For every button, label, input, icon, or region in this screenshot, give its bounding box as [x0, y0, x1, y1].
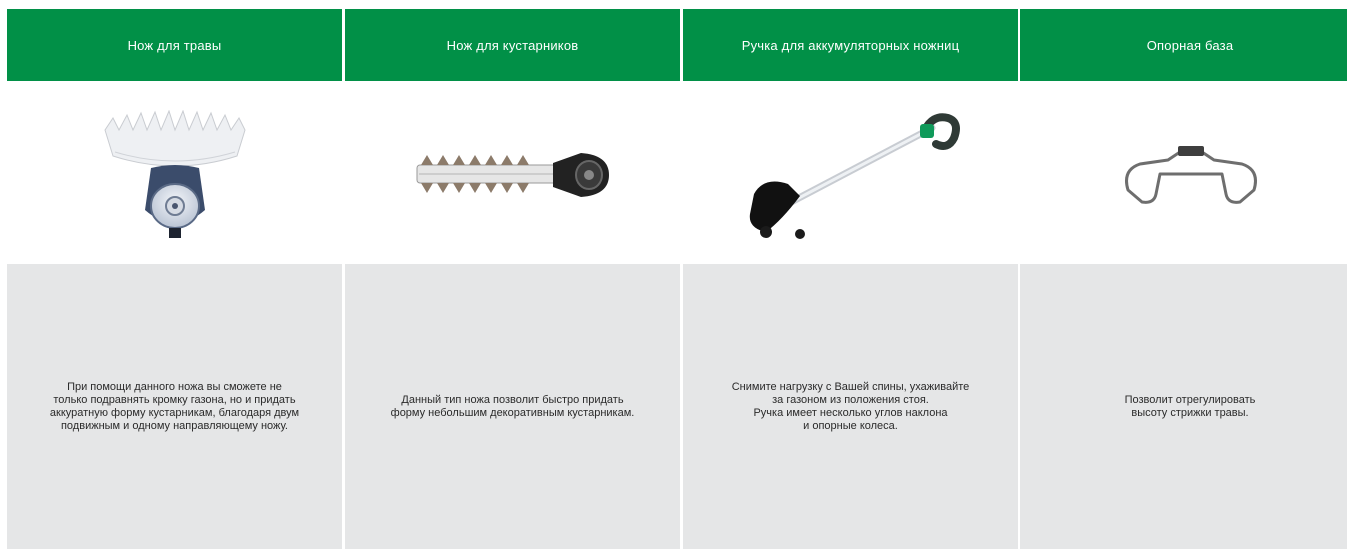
telescopic-handle-icon — [749, 113, 960, 239]
column-title: Нож для травы — [127, 37, 222, 53]
product-image — [1020, 105, 1347, 245]
column-title: Ручка для аккумуляторных ножниц — [741, 37, 960, 53]
column-description: Снимите нагрузку с Вашей спины, ухаживай… — [683, 264, 1018, 549]
product-image — [683, 105, 1018, 245]
column-header: Опорная база — [1020, 9, 1347, 81]
column-description: Данный тип ножа позволит быстро придать … — [345, 264, 680, 549]
column-description: При помощи данного ножа вы сможете не то… — [7, 264, 342, 549]
column-header: Нож для кустарников — [345, 9, 680, 81]
column-title: Опорная база — [1146, 37, 1234, 53]
product-image — [345, 105, 680, 245]
column-description: Позволит отрегулировать высоту стрижки т… — [1020, 264, 1347, 549]
support-base-icon — [1125, 146, 1257, 204]
product-image — [7, 105, 342, 245]
shrub-blade-icon — [416, 153, 609, 197]
column-header: Ручка для аккумуляторных ножниц — [683, 9, 1018, 81]
column-header: Нож для травы — [7, 9, 342, 81]
column-title: Нож для кустарников — [446, 37, 579, 53]
grass-blade-icon — [103, 110, 246, 238]
